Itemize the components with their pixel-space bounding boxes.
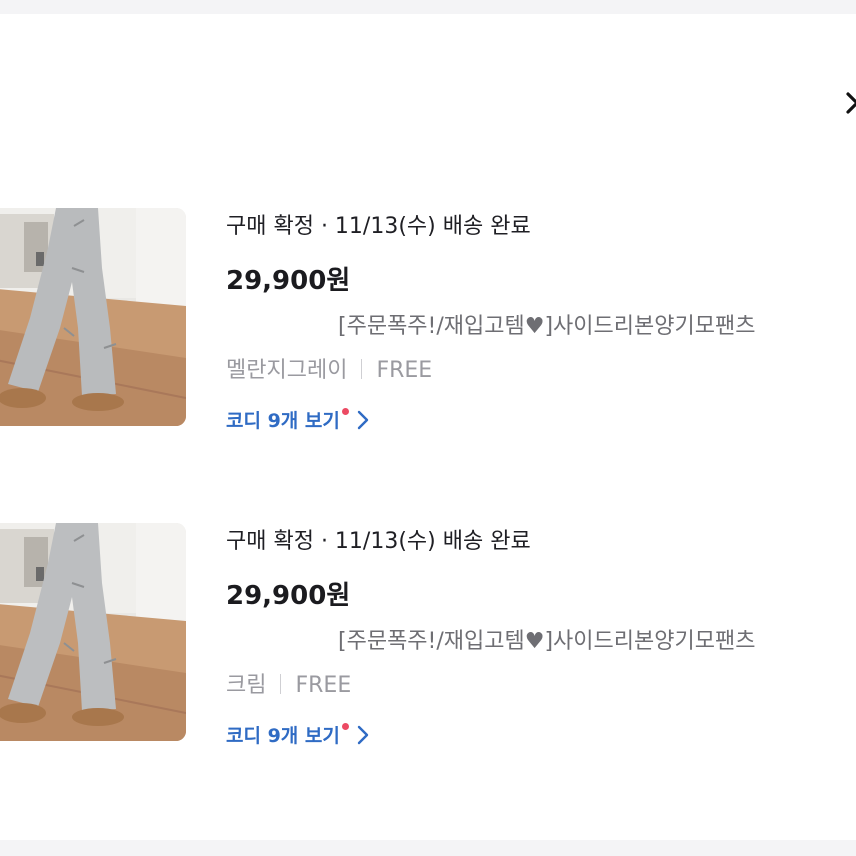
option-divider bbox=[361, 359, 363, 379]
view-codi-label: 코디 9개 보기 bbox=[226, 410, 340, 432]
order-item: 구매 확정 · 11/13(수) 배송 완료 29,900원 [주문폭주!/재입… bbox=[0, 523, 856, 753]
order-history-panel: 구매 확정 · 11/13(수) 배송 완료 29,900원 [주문폭주!/재입… bbox=[0, 14, 856, 840]
product-name[interactable]: [주문폭주!/재입고템♥]사이드리본양기모팬츠 bbox=[338, 623, 755, 655]
new-badge-dot bbox=[341, 408, 349, 415]
product-name[interactable]: [주문폭주!/재입고템♥]사이드리본양기모팬츠 bbox=[338, 308, 755, 340]
product-options: 크림 FREE bbox=[226, 667, 351, 699]
close-button[interactable] bbox=[838, 90, 856, 146]
view-codi-link[interactable]: 코디 9개 보기 bbox=[226, 721, 369, 750]
chevron-right-icon bbox=[357, 410, 369, 435]
view-codi-link[interactable]: 코디 9개 보기 bbox=[226, 406, 369, 435]
order-status: 구매 확정 · 11/13(수) 배송 완료 bbox=[226, 529, 531, 554]
product-thumbnail[interactable] bbox=[0, 523, 186, 741]
option-size: FREE bbox=[295, 673, 352, 698]
product-price: 29,900원 bbox=[226, 266, 351, 296]
view-codi-label: 코디 9개 보기 bbox=[226, 725, 340, 747]
product-price: 29,900원 bbox=[226, 581, 351, 611]
option-color: 멜란지그레이 bbox=[226, 358, 348, 383]
order-item: 구매 확정 · 11/13(수) 배송 완료 29,900원 [주문폭주!/재입… bbox=[0, 208, 856, 438]
option-size: FREE bbox=[376, 358, 433, 383]
product-image bbox=[0, 523, 186, 741]
product-image bbox=[0, 208, 186, 426]
option-divider bbox=[280, 674, 282, 694]
product-thumbnail[interactable] bbox=[0, 208, 186, 426]
new-badge-dot bbox=[341, 723, 349, 730]
order-status: 구매 확정 · 11/13(수) 배송 완료 bbox=[226, 214, 531, 239]
close-icon bbox=[846, 92, 856, 114]
chevron-right-icon bbox=[357, 725, 369, 750]
product-options: 멜란지그레이 FREE bbox=[226, 352, 432, 384]
option-color: 크림 bbox=[226, 673, 267, 698]
